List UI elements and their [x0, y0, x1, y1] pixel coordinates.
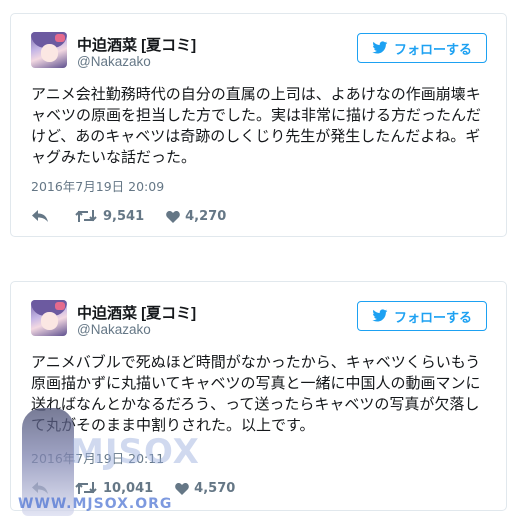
tweet-text: アニメバブルで死ぬほど時間がなかったから、キャベツくらいもう原画描かずに丸描いて… [31, 353, 481, 434]
twitter-bird-icon [372, 309, 388, 322]
reply-icon[interactable] [31, 209, 49, 223]
avatar-face [41, 312, 58, 330]
avatar[interactable] [31, 300, 67, 336]
retweet-count: 10,041 [103, 480, 154, 496]
tweet-card[interactable]: 中迫酒菜 [夏コミ] @Nakazako フォローする アニメバブルで死ぬほど時… [10, 281, 507, 511]
avatar-bow [55, 302, 65, 310]
avatar-bow [55, 34, 65, 42]
author-name[interactable]: 中迫酒菜 [夏コミ] [77, 302, 196, 323]
follow-button[interactable]: フォローする [357, 301, 487, 331]
follow-label: フォローする [393, 42, 472, 58]
like-count: 4,270 [185, 208, 227, 224]
reply-icon[interactable] [31, 481, 49, 495]
tweet-actions: 9,541 4,270 [31, 207, 226, 225]
tweet-date[interactable]: 2016年7月19日 20:09 [31, 176, 164, 195]
avatar-face [41, 44, 58, 62]
author-handle[interactable]: @Nakazako [77, 322, 151, 337]
author-handle[interactable]: @Nakazako [77, 54, 151, 69]
retweet-icon[interactable] [75, 209, 97, 223]
follow-label: フォローする [393, 310, 472, 326]
heart-icon[interactable] [175, 482, 189, 495]
retweet-count: 9,541 [103, 208, 145, 224]
twitter-bird-icon [372, 41, 388, 54]
retweet-icon[interactable] [75, 481, 97, 495]
tweet-actions: 10,041 4,570 [31, 479, 235, 497]
like-count: 4,570 [194, 480, 236, 496]
tweet-card[interactable]: 中迫酒菜 [夏コミ] @Nakazako フォローする アニメ会社勤務時代の自分… [10, 13, 507, 237]
heart-icon[interactable] [166, 210, 180, 223]
tweet-date[interactable]: 2016年7月19日 20:11 [31, 448, 164, 467]
tweet-text: アニメ会社勤務時代の自分の直属の上司は、よあけなの作画崩壊キャベツの原画を担当し… [31, 85, 482, 166]
follow-button[interactable]: フォローする [357, 33, 487, 63]
avatar[interactable] [31, 32, 67, 68]
author-name[interactable]: 中迫酒菜 [夏コミ] [77, 34, 196, 55]
